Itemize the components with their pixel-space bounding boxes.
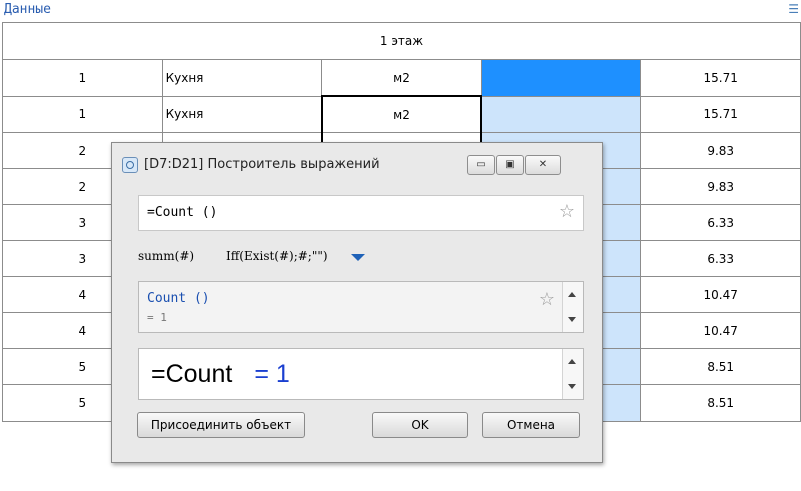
row-number-cell[interactable]: 1 xyxy=(2,59,163,97)
area-value-cell[interactable]: 8.51 xyxy=(640,348,801,385)
unit-cell[interactable]: м2 xyxy=(320,95,483,133)
floor-header: 1 этаж xyxy=(2,22,801,60)
scroll-up-icon[interactable] xyxy=(568,359,576,364)
area-value-cell[interactable]: 9.83 xyxy=(640,168,801,205)
room-name-cell[interactable]: Кухня xyxy=(161,59,323,97)
area-value-cell[interactable]: 15.71 xyxy=(640,95,801,133)
area-value-cell[interactable]: 6.33 xyxy=(640,204,801,241)
suggestion-star-icon[interactable]: ☆ xyxy=(539,291,555,309)
attach-object-button[interactable]: Присоединить объект xyxy=(137,412,305,438)
quick-function-iff[interactable]: Iff(Exist(#);#;"") xyxy=(226,249,328,263)
dialog-titlebar[interactable]: [D7:D21] Построитель выражений ▭ ▣ ✕ xyxy=(112,143,602,183)
area-value-cell[interactable]: 10.47 xyxy=(640,276,801,313)
area-value-cell[interactable]: 9.83 xyxy=(640,132,801,169)
suggestion-scrollbar[interactable] xyxy=(562,282,583,332)
scroll-down-icon[interactable] xyxy=(568,317,576,322)
result-value: = 1 xyxy=(254,360,290,388)
table-row[interactable]: 1 Кухня м2 15.71 xyxy=(2,95,801,133)
area-value-cell[interactable]: 8.51 xyxy=(640,384,801,422)
scroll-down-icon[interactable] xyxy=(568,384,576,389)
close-button[interactable]: ✕ xyxy=(525,155,561,175)
suggestion-list[interactable]: Count () = 1 ☆ xyxy=(138,281,584,333)
expression-text: =Count () xyxy=(147,205,218,220)
expression-builder-dialog: [D7:D21] Построитель выражений ▭ ▣ ✕ =Co… xyxy=(111,142,603,463)
room-name-cell[interactable]: Кухня xyxy=(161,95,323,133)
area-value-cell[interactable]: 15.71 xyxy=(640,59,801,97)
cancel-button[interactable]: Отмена xyxy=(482,412,580,438)
suggestion-name[interactable]: Count () xyxy=(147,291,210,306)
table-row[interactable]: 1 Кухня м2 15.71 xyxy=(2,59,801,97)
formula-cell[interactable] xyxy=(480,95,642,133)
floor-row: 1 этаж xyxy=(2,22,801,60)
result-text: =Count = 1 xyxy=(151,360,290,389)
result-expression: =Count xyxy=(151,360,233,388)
panel-header: Данные ☰ xyxy=(0,0,801,20)
panel-title: Данные xyxy=(4,2,51,17)
maximize-button[interactable]: ▣ xyxy=(496,155,524,175)
area-value-cell[interactable]: 10.47 xyxy=(640,312,801,349)
favorite-star-icon[interactable]: ☆ xyxy=(559,203,575,221)
minimize-button[interactable]: ▭ xyxy=(467,155,495,175)
list-settings-icon[interactable]: ☰ xyxy=(788,2,799,16)
row-number-cell[interactable]: 1 xyxy=(2,95,163,133)
expression-input[interactable]: =Count () ☆ xyxy=(138,195,584,231)
unit-cell[interactable]: м2 xyxy=(321,59,482,97)
result-scrollbar[interactable] xyxy=(562,349,583,399)
scroll-up-icon[interactable] xyxy=(568,292,576,297)
quick-function-summ[interactable]: summ(#) xyxy=(138,249,194,263)
ok-button[interactable]: OK xyxy=(372,412,468,438)
suggestion-value: = 1 xyxy=(147,311,167,324)
result-preview: =Count = 1 xyxy=(138,348,584,400)
functions-dropdown-icon[interactable] xyxy=(351,254,365,261)
app-icon xyxy=(122,157,138,173)
dialog-title: [D7:D21] Построитель выражений xyxy=(144,157,380,172)
selected-cell[interactable] xyxy=(480,59,642,97)
area-value-cell[interactable]: 6.33 xyxy=(640,240,801,277)
